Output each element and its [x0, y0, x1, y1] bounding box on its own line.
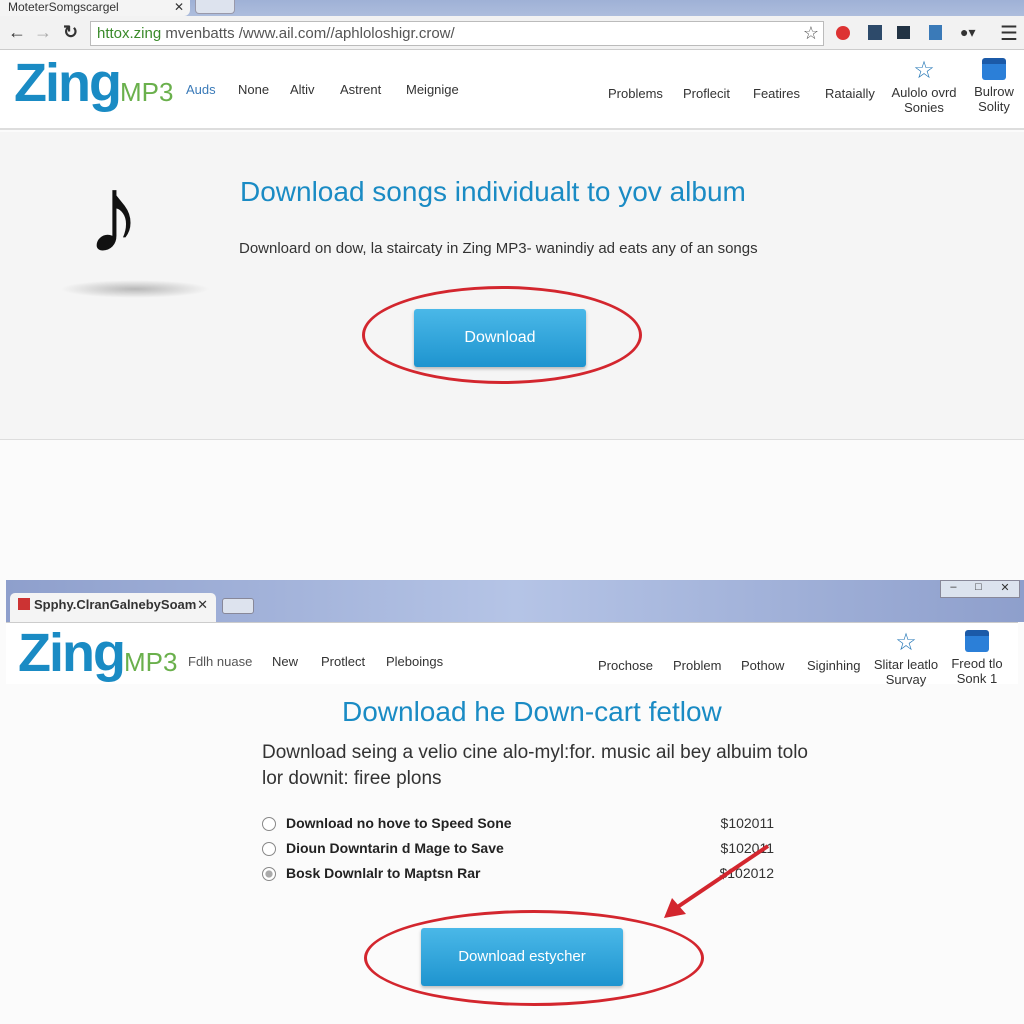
logo[interactable]: ZingMP3 [14, 52, 173, 114]
close-tab-icon[interactable]: ✕ [174, 0, 184, 14]
maximize-icon[interactable]: □ [975, 581, 982, 597]
extension-icon[interactable] [836, 26, 850, 40]
shadow [60, 280, 210, 298]
logo[interactable]: ZingMP3 [18, 622, 177, 684]
nav-item[interactable]: Featires [753, 86, 800, 101]
section-description: Download seing a velio cine alo-myl:for.… [262, 742, 808, 763]
nav-item-bulrow[interactable]: Bulrow Solity [970, 58, 1018, 114]
star-icon: ☆ [913, 57, 935, 84]
menu-icon[interactable]: ☰ [1000, 21, 1018, 46]
option-price: $102011 [720, 815, 774, 831]
music-note-icon: ♪ [86, 153, 141, 276]
nav-item[interactable]: Problems [608, 86, 663, 101]
nav-item[interactable]: Prochose [598, 658, 653, 673]
nav-item-audio[interactable]: ☆ Aulolo ovrd Sonies [888, 56, 960, 115]
nav-item[interactable]: Pleboings [386, 654, 443, 669]
star-icon: ☆ [895, 629, 917, 656]
bookmark-star-icon[interactable]: ☆ [803, 22, 819, 45]
tab-title: MoteterSomgscargel [8, 0, 119, 14]
option-label: Dioun Downtarin d Mage to Save [286, 840, 504, 856]
nav-item-freod[interactable]: Freod tlo Sonk 1 [950, 630, 1004, 686]
nav-item[interactable]: Meignige [406, 82, 459, 97]
nav-label: Bulrow [974, 84, 1014, 99]
nav-label: Sonies [904, 100, 944, 115]
window-controls: – □ ✕ [940, 580, 1020, 598]
back-icon[interactable]: ← [8, 22, 26, 43]
hero-description: Downloard on dow, la staircaty in Zing M… [239, 240, 758, 257]
new-tab-button[interactable] [222, 598, 254, 614]
nav-label: Aulolo ovrd [891, 85, 957, 100]
new-tab-button[interactable] [195, 0, 235, 14]
section-heading: Download he Down-cart fetlow [342, 696, 722, 727]
browser-tab[interactable]: Spphy.ClranGalnebySoam ✕ [10, 593, 216, 623]
minimize-icon[interactable]: – [950, 581, 956, 597]
radio-button[interactable] [262, 817, 276, 831]
nav-item[interactable]: Protlect [321, 654, 365, 669]
extension-icon[interactable] [897, 26, 910, 39]
nav-item[interactable]: Auds [186, 82, 216, 97]
option-label: Bosk Downlalr to Maptsn Rar [286, 865, 481, 881]
nav-item[interactable]: Fdlh nuase [188, 654, 252, 669]
forward-icon[interactable]: → [34, 22, 52, 43]
favicon-icon [18, 598, 30, 610]
nav-label: Freod tlo [951, 656, 1003, 671]
nav-item[interactable]: None [238, 82, 269, 97]
browser-tab[interactable]: MoteterSomgscargel ✕ [0, 0, 190, 16]
nav-item[interactable]: New [272, 654, 298, 669]
tab-title: Spphy.ClranGalnebySoam [34, 597, 197, 612]
nav-label: Slitar leatlo [873, 657, 939, 672]
section-description: lor downit: firee plons [262, 768, 442, 789]
nav-item[interactable]: Proflecit [683, 86, 730, 101]
radio-button[interactable] [262, 842, 276, 856]
window-icon [965, 630, 989, 652]
extension-icon[interactable] [929, 25, 942, 40]
reload-icon[interactable]: ↻ [63, 22, 78, 43]
address-bar[interactable]: httox.zing mvenbatts /www.ail.com//aphlo… [90, 21, 824, 46]
nav-label: Sonk 1 [956, 671, 998, 686]
annotation-arrow [664, 844, 770, 918]
nav-label: Solity [978, 99, 1010, 114]
window-icon [982, 58, 1006, 80]
nav-item[interactable]: Siginhing [807, 658, 861, 673]
nav-item-survey[interactable]: ☆ Slitar leatlo Survay [870, 628, 942, 687]
hero-heading: Download songs individualt to yov album [240, 176, 746, 207]
download-button[interactable]: Download estycher [421, 928, 623, 986]
url-host: httox.zing [97, 25, 162, 42]
nav-item[interactable]: Rataially [825, 86, 875, 101]
extension-icon[interactable]: ●▾ [960, 24, 975, 41]
nav-item[interactable]: Astrent [340, 82, 381, 97]
close-window-icon[interactable]: ✕ [1000, 581, 1009, 597]
download-button[interactable]: Download [414, 309, 586, 367]
nav-item[interactable]: Problem [673, 658, 721, 673]
close-tab-icon[interactable]: ✕ [197, 593, 208, 617]
nav-label: Survay [885, 672, 927, 687]
url-path: mvenbatts /www.ail.com//aphloloshigr.cro… [161, 25, 455, 42]
extension-icon[interactable] [868, 25, 882, 40]
nav-item[interactable]: Pothow [741, 658, 784, 673]
option-label: Download no hove to Speed Sone [286, 815, 512, 831]
nav-item[interactable]: Altiv [290, 82, 315, 97]
radio-button-selected[interactable] [262, 867, 276, 881]
